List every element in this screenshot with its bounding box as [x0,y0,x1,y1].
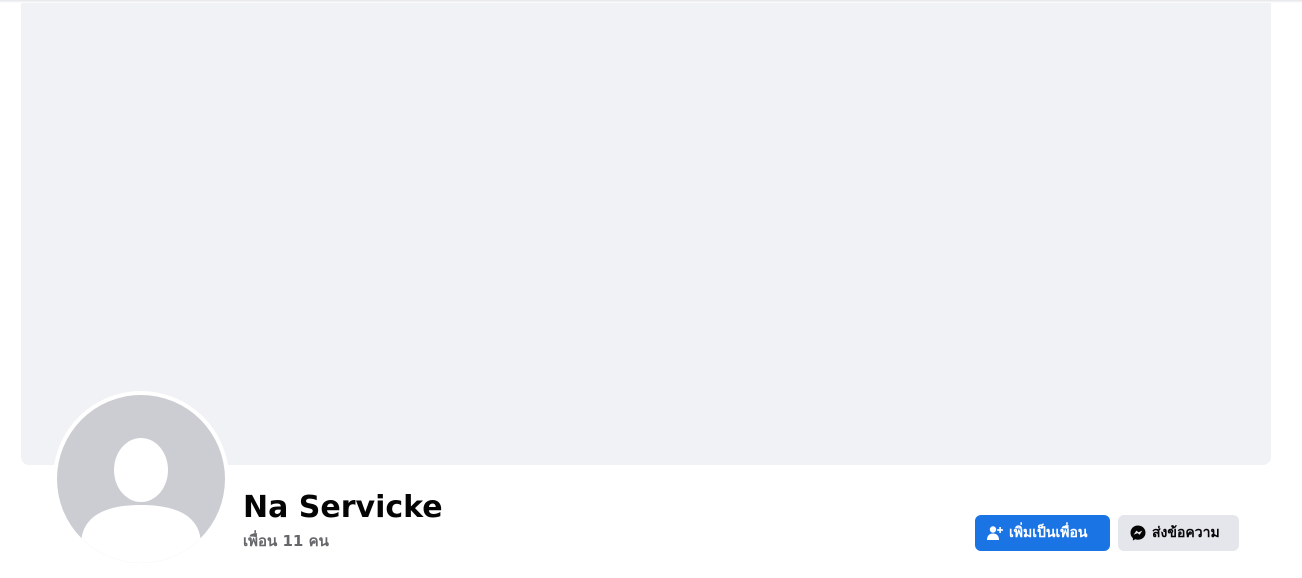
profile-name: Na Servicke [243,490,443,525]
cover-photo[interactable] [21,3,1271,465]
messenger-icon [1130,525,1146,541]
send-message-label: ส่งข้อความ [1152,525,1220,541]
person-add-icon [987,525,1003,541]
profile-picture[interactable] [57,395,225,563]
default-avatar-icon [81,438,201,563]
friends-count-link[interactable]: เพื่อน 11 คน [243,531,329,551]
add-friend-button[interactable]: เพิ่มเป็นเพื่อน [975,515,1110,551]
profile-picture-frame[interactable] [53,391,229,567]
add-friend-label: เพิ่มเป็นเพื่อน [1009,525,1088,541]
send-message-button[interactable]: ส่งข้อความ [1118,515,1239,551]
